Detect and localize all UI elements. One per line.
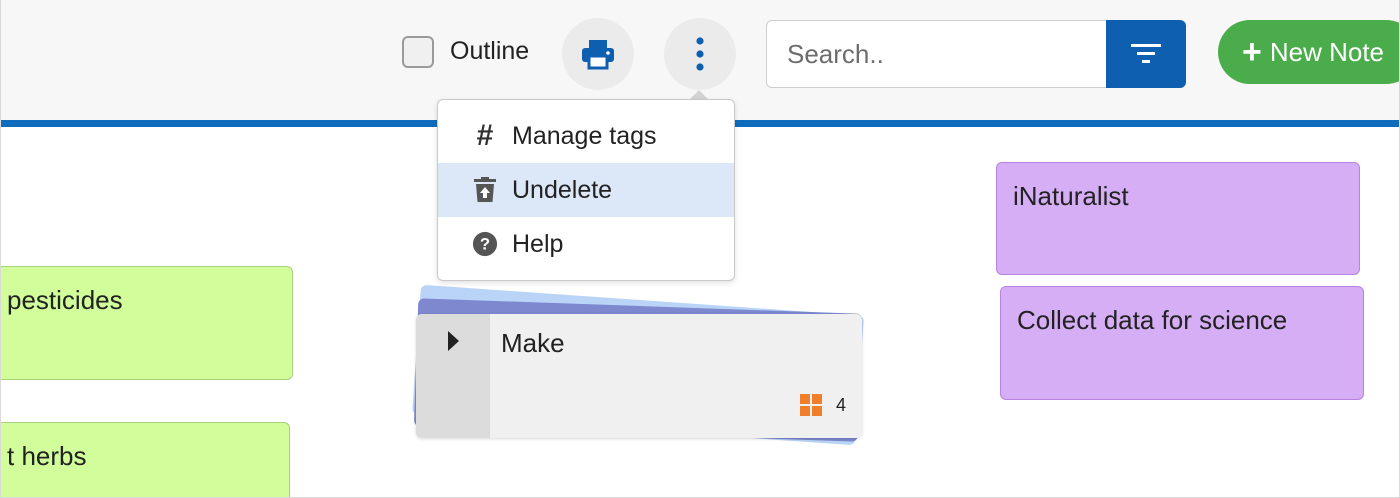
note-stack-make[interactable]: Make 4 [416,314,862,438]
menu-item-label: Help [512,229,564,258]
note-card-pesticides[interactable]: pesticides [0,266,293,380]
note-card-text: pesticides [7,285,123,315]
menu-item-help[interactable]: ? Help [438,217,734,271]
note-stack-title: Make [501,328,565,358]
note-card-text: Collect data for science [1017,305,1288,335]
expand-toggle[interactable] [416,314,490,438]
note-stack-count: 4 [799,394,846,416]
caret-right-icon [448,331,459,351]
vertical-dots-icon [696,37,704,71]
note-card-text: iNaturalist [1013,181,1129,211]
outline-label: Outline [450,37,530,65]
question-circle-icon: ? [472,230,498,258]
note-stack-count-value: 4 [835,394,846,415]
svg-text:?: ? [480,235,490,254]
grid-icon [799,394,822,416]
outline-checkbox[interactable] [402,36,434,68]
printer-icon [582,40,614,70]
filter-icon [1131,44,1161,63]
note-card-text: t herbs [7,441,87,471]
trash-restore-icon [472,177,498,203]
note-card-inaturalist[interactable]: iNaturalist [996,162,1360,275]
filter-button[interactable] [1106,20,1186,88]
new-note-label: New Note [1269,36,1385,67]
menu-item-label: Manage tags [512,121,657,150]
more-options-menu: # Manage tags Undelete ? Help [437,99,735,281]
more-options-button[interactable] [664,18,736,90]
plus-icon: + [1242,33,1262,71]
note-card-herbs[interactable]: t herbs [0,422,290,498]
search-input[interactable] [766,20,1108,88]
menu-item-manage-tags[interactable]: # Manage tags [438,109,734,163]
note-card-collect-data[interactable]: Collect data for science [1000,286,1364,400]
new-note-button[interactable]: + New Note [1218,20,1400,84]
menu-item-undelete[interactable]: Undelete [438,163,734,217]
menu-item-label: Undelete [512,175,613,204]
hash-icon: # [476,119,494,152]
print-button[interactable] [562,18,634,90]
